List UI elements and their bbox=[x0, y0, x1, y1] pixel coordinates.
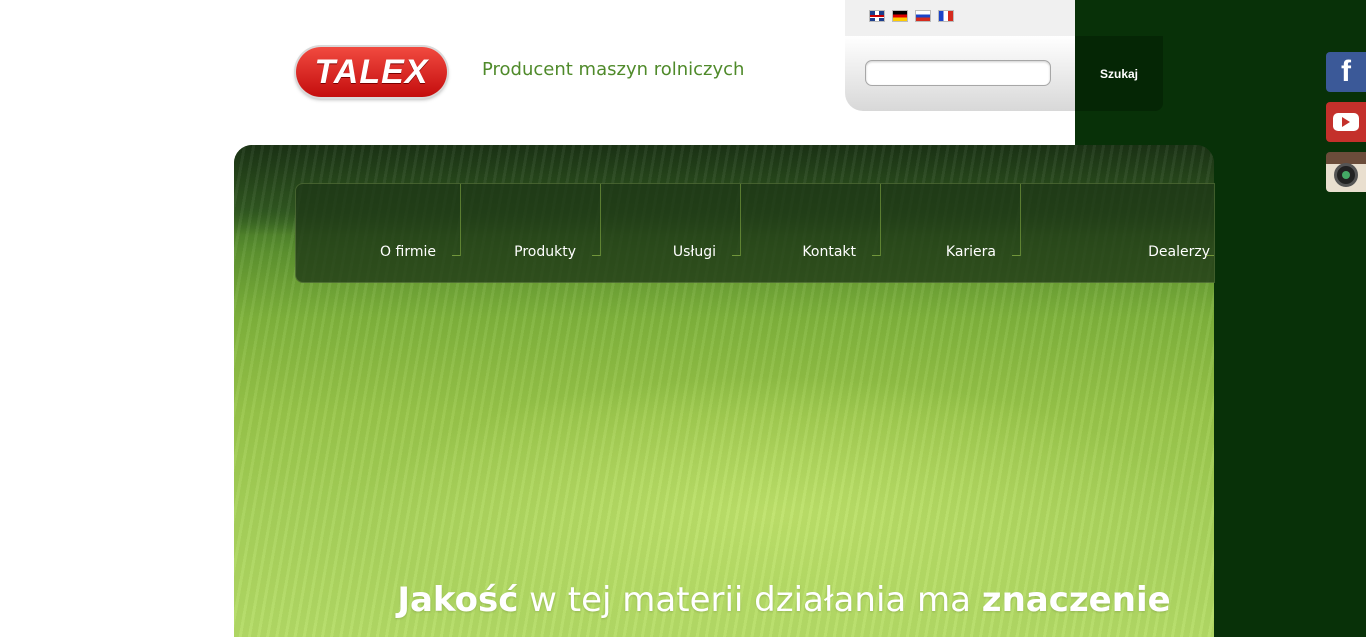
instagram-lens-icon bbox=[1334, 163, 1358, 187]
english-flag-icon[interactable] bbox=[869, 10, 885, 22]
russian-flag-icon[interactable] bbox=[915, 10, 931, 22]
language-bar bbox=[845, 0, 1075, 36]
slogan-bold-meaning: znaczenie bbox=[981, 580, 1171, 620]
search-button[interactable]: Szukaj bbox=[1075, 36, 1163, 111]
nav-label: Produkty bbox=[514, 244, 576, 260]
main-navigation: O firmie Produkty Usługi Kontakt Kariera… bbox=[295, 183, 1215, 283]
talex-logo[interactable]: TALEX bbox=[296, 47, 447, 97]
nav-item-produkty[interactable]: Produkty bbox=[460, 184, 601, 260]
nav-label: O firmie bbox=[380, 244, 436, 260]
nav-label: Usługi bbox=[672, 244, 716, 260]
instagram-icon[interactable] bbox=[1326, 152, 1366, 192]
facebook-glyph: f bbox=[1341, 55, 1351, 88]
nav-item-kariera[interactable]: Kariera bbox=[880, 184, 1021, 260]
nav-label: Dealerzy bbox=[1148, 244, 1210, 260]
german-flag-icon[interactable] bbox=[892, 10, 908, 22]
slogan-bold-quality: Jakość bbox=[397, 580, 519, 620]
youtube-play-icon bbox=[1333, 113, 1359, 131]
search-panel bbox=[845, 36, 1075, 111]
nav-label: Kariera bbox=[945, 244, 996, 260]
nav-item-uslugi[interactable]: Usługi bbox=[600, 184, 741, 260]
slogan-middle: w tej materii działania ma bbox=[518, 580, 982, 620]
logo-text: TALEX bbox=[314, 52, 429, 91]
nav-item-dealerzy[interactable]: Dealerzy bbox=[1020, 184, 1214, 260]
hero-slogan: Jakość w tej materii działania ma znacze… bbox=[234, 580, 1334, 620]
facebook-icon[interactable]: f bbox=[1326, 52, 1366, 92]
youtube-icon[interactable] bbox=[1326, 102, 1366, 142]
search-input[interactable] bbox=[865, 60, 1051, 86]
nav-item-kontakt[interactable]: Kontakt bbox=[740, 184, 881, 260]
nav-label: Kontakt bbox=[802, 244, 856, 260]
french-flag-icon[interactable] bbox=[938, 10, 954, 22]
tagline: Producent maszyn rolniczych bbox=[482, 59, 745, 80]
nav-item-o-firmie[interactable]: O firmie bbox=[320, 184, 461, 260]
